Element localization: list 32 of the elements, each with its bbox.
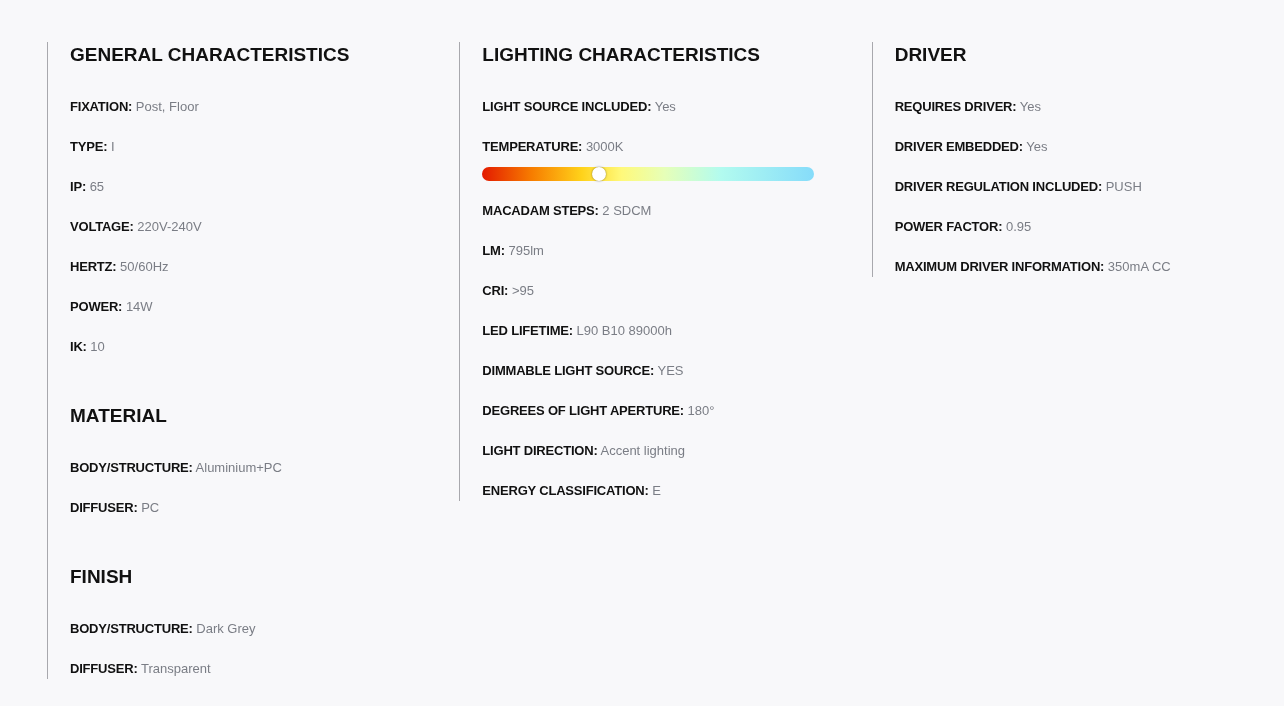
spec-text: DRIVER EMBEDDED: Yes (894, 138, 1049, 156)
spec-text: MACADAM STEPS: 2 SDCM (482, 202, 653, 220)
spec-text: TEMPERATURE: 3000K (482, 138, 625, 156)
spec-text: LED LIFETIME: L90 B10 89000h (482, 322, 673, 340)
spec-text: POWER: 14W (70, 298, 154, 316)
spec-text: ENERGY CLASSIFICATION: E (482, 482, 662, 500)
spec-text: FIXATION: Post, Floor (70, 98, 200, 116)
section-heading: GENERAL CHARACTERISTICS (70, 43, 351, 67)
section-heading: LIGHTING CHARACTERISTICS (482, 43, 761, 67)
spec-text: TYPE: I (70, 138, 116, 156)
spec-text: REQUIRES DRIVER: Yes (894, 98, 1043, 116)
spec-text: BODY/STRUCTURE: Dark Grey (70, 620, 257, 638)
spec-text: MAXIMUM DRIVER INFORMATION: 350mA CC (894, 258, 1172, 276)
spec-text: DIMMABLE LIGHT SOURCE: YES (482, 362, 685, 380)
slider-thumb[interactable] (591, 167, 606, 181)
section-heading: DRIVER (894, 43, 968, 67)
spec-text: LIGHT SOURCE INCLUDED: Yes (482, 98, 677, 116)
spec-text: DEGREES OF LIGHT APERTURE: 180° (482, 402, 716, 420)
spec-text: VOLTAGE: 220V-240V (70, 218, 203, 236)
spec-text: HERTZ: 50/60Hz (70, 258, 170, 276)
spec-text: DIFFUSER: PC (70, 499, 161, 517)
spec-text: DIFFUSER: Transparent (70, 660, 212, 678)
section-heading: MATERIAL (70, 404, 168, 428)
spec-text: POWER FACTOR: 0.95 (894, 218, 1033, 236)
section-heading: FINISH (70, 565, 134, 589)
spec-text: LIGHT DIRECTION: Accent lighting (482, 442, 687, 460)
spec-text: LM: 795lm (482, 242, 545, 260)
spec-text: IP: 65 (70, 178, 106, 196)
spec-text: CRI: >95 (482, 282, 535, 300)
spec-text: IK: 10 (70, 338, 106, 356)
spec-text: BODY/STRUCTURE: Aluminium+PC (70, 459, 283, 477)
spec-text: DRIVER REGULATION INCLUDED: PUSH (894, 178, 1143, 196)
